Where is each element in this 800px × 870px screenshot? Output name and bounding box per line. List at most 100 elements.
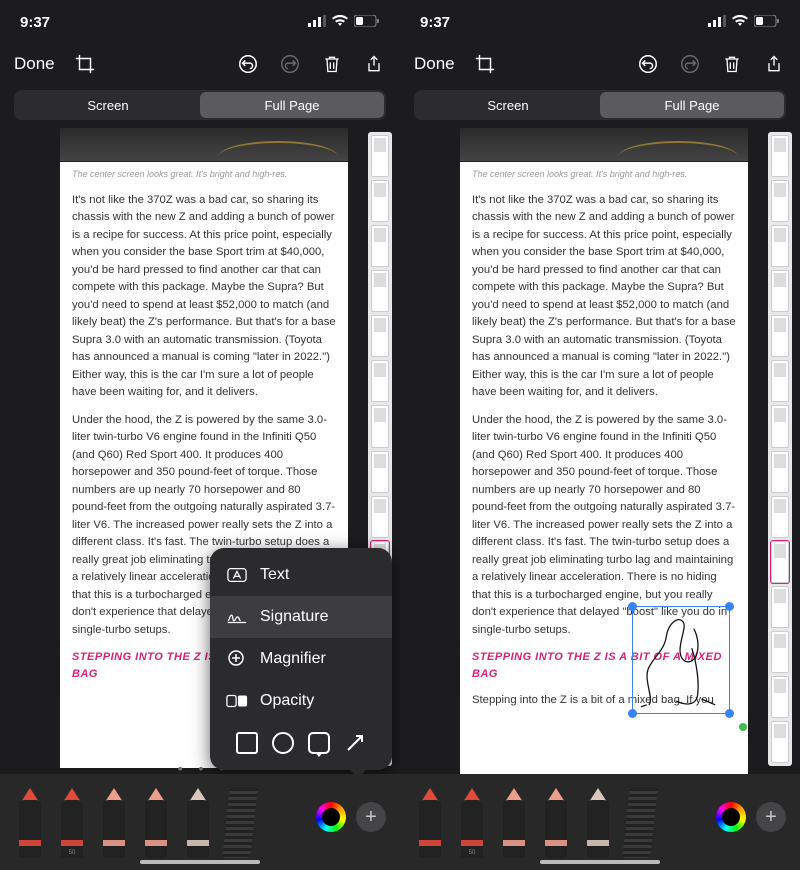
popup-label: Signature	[260, 608, 329, 626]
page-thumbnail[interactable]	[371, 405, 389, 447]
segment-fullpage[interactable]: Full Page	[200, 92, 384, 118]
page-thumbnail[interactable]	[771, 360, 789, 402]
opacity-icon	[226, 690, 248, 712]
page-thumbnail[interactable]	[371, 270, 389, 312]
tool-palette[interactable]: 50 +	[0, 774, 400, 870]
color-picker[interactable]	[716, 802, 746, 832]
redo-icon	[678, 52, 702, 76]
trash-icon[interactable]	[720, 52, 744, 76]
shape-speech-bubble[interactable]	[308, 732, 330, 754]
shape-arrow[interactable]	[344, 732, 366, 754]
add-annotation-button[interactable]: +	[756, 802, 786, 832]
popup-label: Magnifier	[260, 650, 326, 668]
resize-handle-sw[interactable]	[628, 709, 637, 718]
thumbnail-strip[interactable]	[768, 132, 792, 766]
status-time: 9:37	[20, 14, 50, 31]
page-thumbnail[interactable]	[371, 135, 389, 177]
pen-tool[interactable]	[540, 782, 572, 858]
popup-label: Text	[260, 566, 289, 584]
page-thumbnail[interactable]	[771, 270, 789, 312]
segment-screen[interactable]: Screen	[16, 92, 200, 118]
page-thumbnail[interactable]	[371, 496, 389, 538]
wifi-icon	[332, 14, 348, 31]
shape-circle[interactable]	[272, 732, 294, 754]
signature-annotation[interactable]	[632, 606, 730, 714]
view-segment[interactable]: Screen Full Page	[414, 90, 786, 120]
page-thumbnail[interactable]	[771, 405, 789, 447]
ruler-tool[interactable]	[224, 782, 256, 858]
battery-icon	[354, 14, 380, 31]
pen-tool[interactable]	[98, 782, 130, 858]
text-icon	[226, 564, 248, 586]
screenshot-right: 9:37 Done	[400, 0, 800, 870]
pen-tool[interactable]	[140, 782, 172, 858]
home-indicator[interactable]	[540, 860, 660, 864]
popup-opacity[interactable]: Opacity	[210, 680, 392, 722]
popup-shapes-row	[210, 722, 392, 764]
page-thumbnail[interactable]	[771, 541, 789, 583]
tool-palette[interactable]: 50 +	[400, 774, 800, 870]
popup-text[interactable]: Text	[210, 554, 392, 596]
home-indicator[interactable]	[140, 860, 260, 864]
done-button[interactable]: Done	[414, 54, 455, 74]
signal-icon	[308, 14, 326, 31]
page-thumbnail[interactable]	[771, 135, 789, 177]
pen-tool[interactable]: 50	[456, 782, 488, 858]
resize-handle-ne[interactable]	[725, 602, 734, 611]
pen-tool[interactable]	[182, 782, 214, 858]
crop-icon[interactable]	[473, 52, 497, 76]
share-icon[interactable]	[362, 52, 386, 76]
crop-icon[interactable]	[73, 52, 97, 76]
add-annotation-popup[interactable]: Text Signature Magnifier Opacity	[210, 548, 392, 770]
page-thumbnail[interactable]	[771, 180, 789, 222]
pen-tool[interactable]: 50	[56, 782, 88, 858]
done-button[interactable]: Done	[14, 54, 55, 74]
share-icon[interactable]	[762, 52, 786, 76]
body-paragraph-1: It's not like the 370Z was a bad car, so…	[72, 192, 336, 402]
page-thumbnail[interactable]	[771, 676, 789, 718]
status-right	[708, 14, 780, 31]
segment-screen[interactable]: Screen	[416, 92, 600, 118]
popup-magnifier[interactable]: Magnifier	[210, 638, 392, 680]
resize-handle-se[interactable]	[725, 709, 734, 718]
page-thumbnail[interactable]	[771, 315, 789, 357]
color-picker[interactable]	[316, 802, 346, 832]
hero-image	[460, 128, 748, 162]
pen-tool[interactable]	[498, 782, 530, 858]
undo-icon[interactable]	[636, 52, 660, 76]
pen-tool[interactable]	[14, 782, 46, 858]
pen-tool[interactable]	[414, 782, 446, 858]
pen-tool[interactable]	[582, 782, 614, 858]
page-thumbnail[interactable]	[771, 631, 789, 673]
image-caption: The center screen looks great. It's brig…	[72, 168, 336, 182]
rotate-handle[interactable]	[739, 723, 747, 731]
canvas-area[interactable]: The center screen looks great. It's brig…	[0, 128, 400, 774]
page-thumbnail[interactable]	[771, 451, 789, 493]
signature-scribble	[637, 611, 725, 709]
image-caption: The center screen looks great. It's brig…	[472, 168, 736, 182]
trash-icon[interactable]	[320, 52, 344, 76]
page-thumbnail[interactable]	[371, 180, 389, 222]
view-segment[interactable]: Screen Full Page	[14, 90, 386, 120]
page-thumbnail[interactable]	[771, 586, 789, 628]
page-thumbnail[interactable]	[371, 315, 389, 357]
page-thumbnail[interactable]	[771, 496, 789, 538]
page-thumbnail[interactable]	[371, 225, 389, 267]
resize-handle-nw[interactable]	[628, 602, 637, 611]
body-paragraph-1: It's not like the 370Z was a bad car, so…	[472, 192, 736, 402]
canvas-area[interactable]: The center screen looks great. It's brig…	[400, 128, 800, 774]
undo-icon[interactable]	[236, 52, 260, 76]
battery-icon	[754, 14, 780, 31]
page-thumbnail[interactable]	[371, 451, 389, 493]
add-annotation-button[interactable]: +	[356, 802, 386, 832]
popup-label: Opacity	[260, 692, 314, 710]
page-thumbnail[interactable]	[771, 721, 789, 763]
page-thumbnail[interactable]	[371, 360, 389, 402]
shape-square[interactable]	[236, 732, 258, 754]
segment-fullpage[interactable]: Full Page	[600, 92, 784, 118]
page-thumbnail[interactable]	[771, 225, 789, 267]
signature-icon	[226, 606, 248, 628]
popup-signature[interactable]: Signature	[210, 596, 392, 638]
magnifier-icon	[226, 648, 248, 670]
ruler-tool[interactable]	[624, 782, 656, 858]
